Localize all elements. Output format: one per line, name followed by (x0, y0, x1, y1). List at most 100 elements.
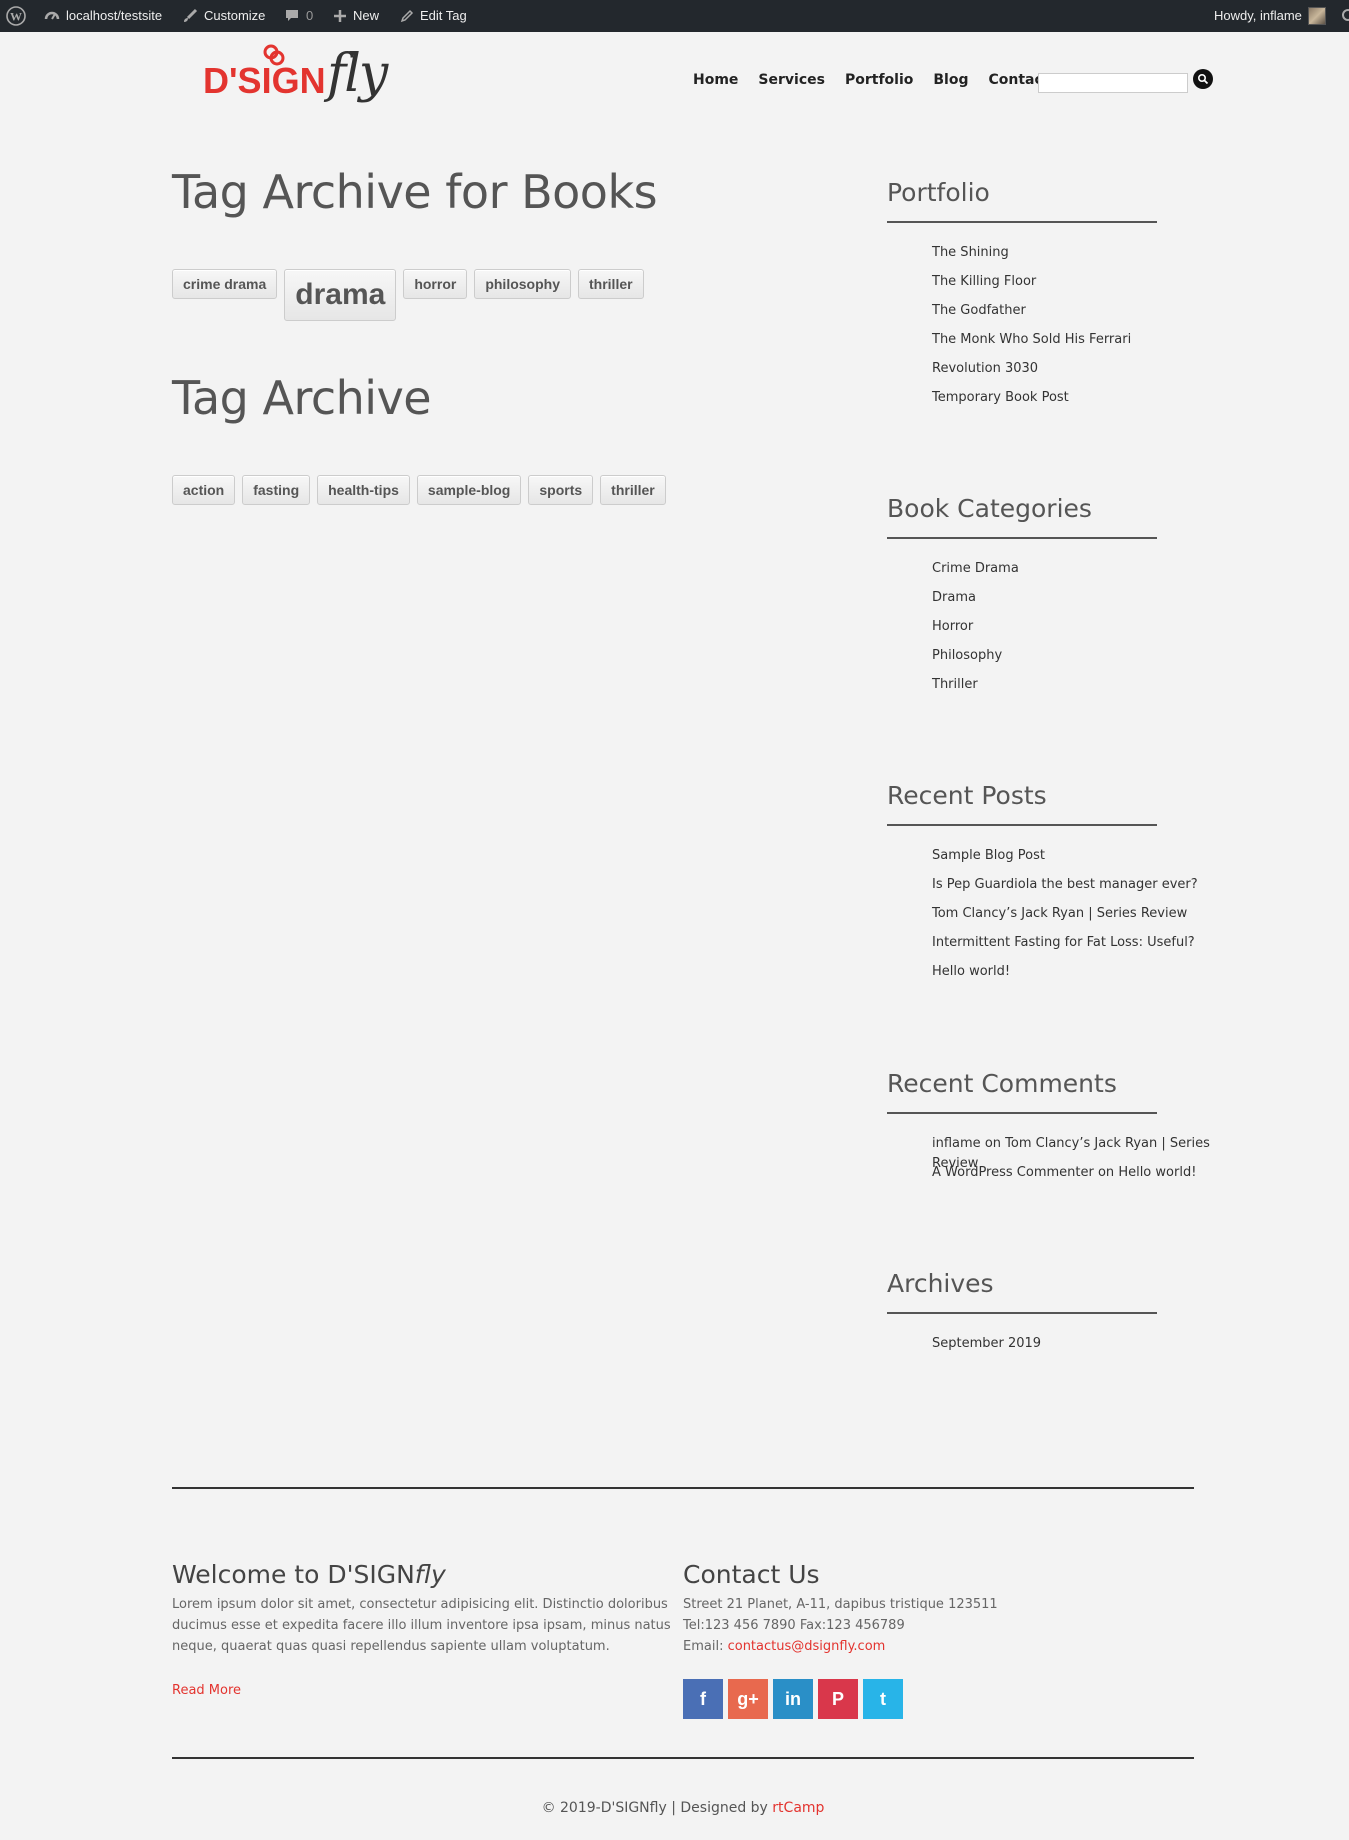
comment-item: A WordPress Commenter on Hello world! (932, 1163, 1237, 1192)
edit-tag-label: Edit Tag (420, 8, 467, 23)
divider (887, 221, 1157, 223)
tag-thriller[interactable]: thriller (600, 475, 666, 505)
list-item[interactable]: Revolution 3030 (932, 359, 1237, 388)
list-item[interactable]: Philosophy (932, 646, 1237, 675)
read-more-link[interactable]: Read More (172, 1680, 241, 1701)
comment-on: on (1097, 1165, 1115, 1180)
customize-link[interactable]: Customize (182, 0, 265, 32)
list-item[interactable]: The Killing Floor (932, 272, 1237, 301)
list-item[interactable]: Thriller (932, 675, 1237, 704)
comment-author[interactable]: inflame (932, 1136, 981, 1151)
tag-crime-drama[interactable]: crime drama (172, 269, 278, 299)
list-item[interactable]: The Monk Who Sold His Ferrari (932, 330, 1237, 359)
pinterest-icon[interactable]: P (818, 1679, 858, 1719)
site-name: localhost/testsite (66, 8, 163, 23)
contact-address: Street 21 Planet, A-11, dapibus tristiqu… (683, 1597, 998, 1612)
widget-book-categories: Book Categories Crime Drama Drama Horror… (887, 494, 1237, 704)
tag-sports[interactable]: sports (528, 475, 594, 505)
search-icon[interactable] (1341, 0, 1349, 32)
tag-fasting[interactable]: fasting (242, 475, 311, 505)
widget-title: Book Categories (887, 494, 1092, 523)
section-title: Tag Archive (172, 371, 432, 425)
nav-home[interactable]: Home (693, 72, 738, 88)
welcome-text: Lorem ipsum dolor sit amet, consectetur … (172, 1597, 671, 1654)
customize-label: Customize (204, 8, 266, 23)
widget-title: Recent Posts (887, 781, 1047, 810)
main-nav: Home Services Portfolio Blog Contact (693, 72, 1069, 88)
divider (887, 1312, 1157, 1314)
widget-portfolio: Portfolio The Shining The Killing Floor … (887, 178, 1237, 417)
plus-icon (334, 10, 346, 22)
nav-blog[interactable]: Blog (933, 72, 968, 88)
facebook-icon[interactable]: f (683, 1679, 723, 1719)
widget-recent-posts: Recent Posts Sample Blog Post Is Pep Gua… (887, 781, 1237, 991)
tag-horror[interactable]: horror (403, 269, 468, 299)
pencil-icon (400, 9, 414, 23)
logo-main: D'SIGN (203, 60, 326, 101)
tag-cloud: action fasting health-tips sample-blog s… (172, 475, 666, 505)
list-item[interactable]: Hello world! (932, 962, 1237, 991)
nav-portfolio[interactable]: Portfolio (845, 72, 913, 88)
search-input[interactable] (1038, 73, 1188, 93)
designer-link[interactable]: rtCamp (772, 1800, 824, 1816)
new-label: New (353, 8, 380, 23)
magnifier-icon (1197, 73, 1209, 85)
comments-count: 0 (306, 8, 314, 23)
svg-text:W: W (10, 10, 22, 24)
list-item[interactable]: Is Pep Guardiola the best manager ever? (932, 875, 1237, 904)
account-menu[interactable]: Howdy, inflame (1214, 0, 1326, 32)
nav-services[interactable]: Services (758, 72, 825, 88)
welcome-title-script: fly (414, 1560, 446, 1589)
contact-email-row: Email: contactus@dsignfly.com (683, 1636, 885, 1657)
twitter-icon[interactable]: t (863, 1679, 903, 1719)
howdy-label: Howdy, inflame (1214, 8, 1302, 23)
tag-sample-blog[interactable]: sample-blog (416, 475, 522, 505)
list-item[interactable]: Drama (932, 588, 1237, 617)
social-links: f g+ in P t (683, 1679, 903, 1719)
list-item[interactable]: The Godfather (932, 301, 1237, 330)
email-label: Email: (683, 1639, 728, 1654)
list-item[interactable]: Horror (932, 617, 1237, 646)
contact-phone: Tel:123 456 7890 Fax:123 456789 (683, 1618, 905, 1633)
new-link[interactable]: New (333, 0, 379, 32)
copyright-text: © 2019-D'SIGNfly | Designed by (541, 1800, 773, 1816)
books-tag-cloud: crime drama drama horror philosophy thri… (172, 269, 644, 321)
list-item[interactable]: Intermittent Fasting for Fat Loss: Usefu… (932, 933, 1237, 962)
tag-health-tips[interactable]: health-tips (317, 475, 410, 505)
comments-link[interactable]: 0 (284, 0, 313, 32)
comment-on: on (984, 1136, 1002, 1151)
email-link[interactable]: contactus@dsignfly.com (728, 1639, 886, 1654)
welcome-title: Welcome to D'SIGNfly (172, 1560, 446, 1589)
search-button[interactable] (1193, 69, 1213, 89)
logo-script: fly (327, 44, 388, 104)
list-item[interactable]: Crime Drama (932, 559, 1237, 588)
list-item[interactable]: September 2019 (932, 1334, 1237, 1363)
site-logo[interactable]: D'SIGN fly (203, 40, 393, 118)
tag-thriller[interactable]: thriller (578, 269, 644, 299)
divider (887, 1112, 1157, 1114)
list-item[interactable]: Sample Blog Post (932, 846, 1237, 875)
divider (887, 824, 1157, 826)
site-link[interactable]: localhost/testsite (44, 0, 162, 32)
welcome-title-text: Welcome to D'SIGN (172, 1560, 415, 1589)
comment-post[interactable]: Hello world! (1118, 1165, 1196, 1180)
avatar (1307, 7, 1326, 25)
comment-author[interactable]: A WordPress Commenter (932, 1165, 1094, 1180)
list-item[interactable]: Temporary Book Post (932, 388, 1237, 417)
footer-divider (172, 1487, 1194, 1489)
copyright: © 2019-D'SIGNfly | Designed by rtCamp (0, 1800, 1349, 1816)
tag-drama[interactable]: drama (284, 269, 397, 321)
google-plus-icon[interactable]: g+ (728, 1679, 768, 1719)
edit-tag-link[interactable]: Edit Tag (400, 0, 467, 32)
brush-icon (184, 8, 198, 22)
list-item[interactable]: The Shining (932, 243, 1237, 272)
linkedin-icon[interactable]: in (773, 1679, 813, 1719)
tag-action[interactable]: action (172, 475, 236, 505)
dashboard-icon (44, 11, 60, 20)
wordpress-logo-icon[interactable]: W (6, 0, 26, 32)
list-item[interactable]: Tom Clancy’s Jack Ryan | Series Review (932, 904, 1237, 933)
divider (887, 537, 1157, 539)
comment-item: inflame on Tom Clancy’s Jack Ryan | Seri… (932, 1134, 1237, 1171)
widget-archives: Archives September 2019 (887, 1269, 1237, 1363)
tag-philosophy[interactable]: philosophy (474, 269, 571, 299)
